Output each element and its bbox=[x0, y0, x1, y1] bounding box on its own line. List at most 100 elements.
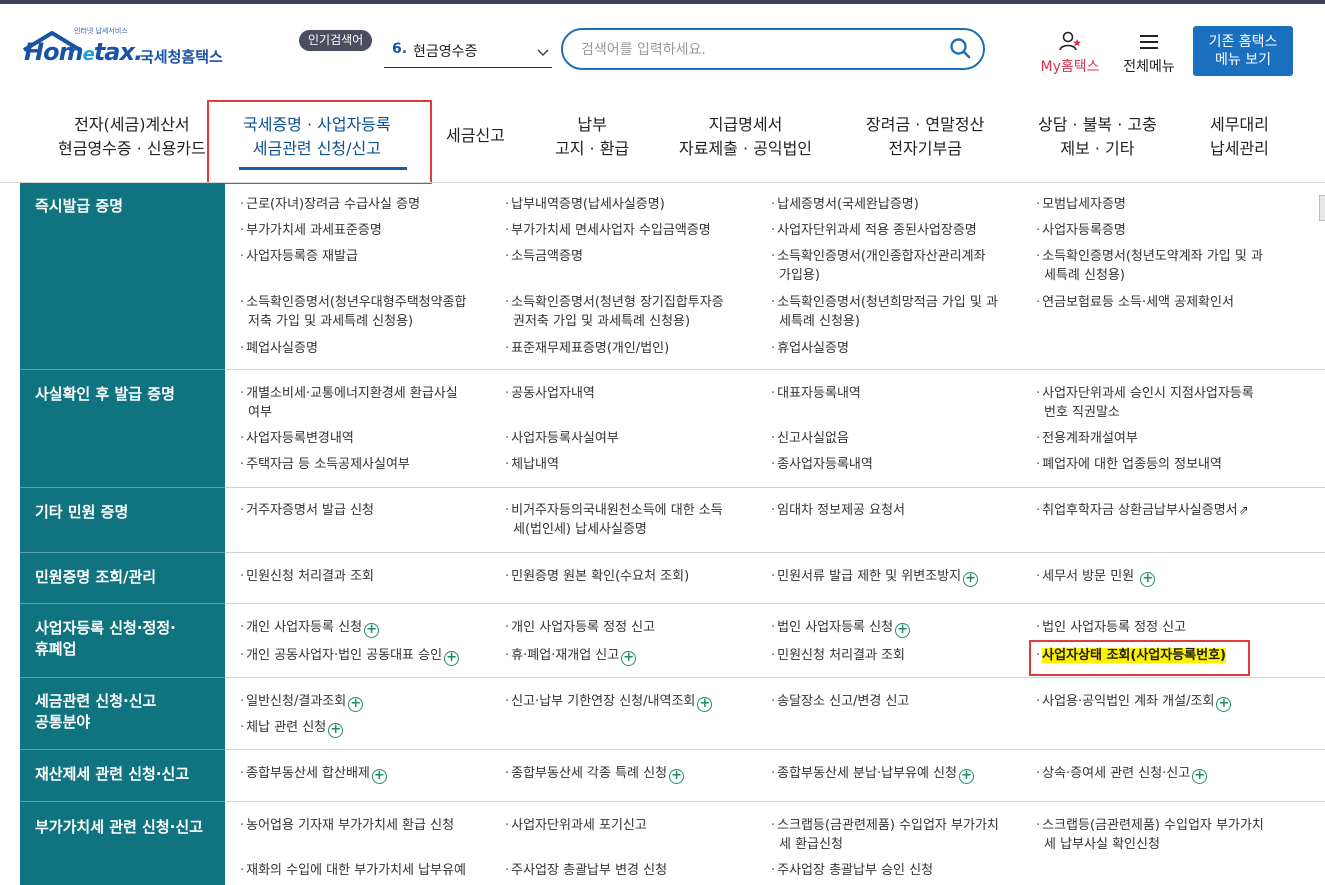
menu-link[interactable]: · 대표자등록내역 bbox=[771, 384, 861, 403]
menu-link[interactable]: · 종합부동산세 분납·납부유예 신청 + bbox=[771, 764, 974, 784]
menu-link[interactable]: · 종합부동산세 각종 특례 신청 + bbox=[505, 764, 685, 784]
menu-link[interactable]: · 소득확인증명서(청년형 장기집합투자증 권저축 가입 및 과세특례 신청용) bbox=[505, 293, 724, 331]
menu-link[interactable]: · 사업자등록증명 bbox=[1036, 221, 1126, 240]
menu-link[interactable]: · 주택자금 등 소득공제사실여부 bbox=[240, 455, 410, 474]
menu-link[interactable]: · 재화의 수입에 대한 부가가치세 납부유예 bbox=[240, 861, 466, 880]
menu-link[interactable]: · 농어업용 기자재 부가가치세 환급 신청 bbox=[240, 816, 454, 835]
menu-link[interactable]: · 주사업장 총괄납부 변경 신청 bbox=[505, 861, 667, 880]
menu-link[interactable]: · 신고사실없음 bbox=[771, 429, 849, 448]
plus-circle-icon[interactable]: + bbox=[444, 651, 460, 666]
menu-link[interactable]: · 체납내역 bbox=[505, 455, 559, 474]
menu-link[interactable]: · 사업자등록사실여부 bbox=[505, 429, 619, 448]
menu-link[interactable]: · 민원신청 처리결과 조회 bbox=[240, 567, 374, 586]
category-divider bbox=[20, 603, 225, 604]
search-input[interactable] bbox=[579, 38, 943, 62]
menu-link[interactable]: · 종사업자등록내역 bbox=[771, 455, 873, 474]
menu-link[interactable]: · 근로(자녀)장려금 수급사실 증명 bbox=[240, 195, 420, 214]
menu-link[interactable]: · 소득금액증명 bbox=[505, 247, 583, 266]
menu-link[interactable]: · 부가가치세 과세표준증명 bbox=[240, 221, 382, 240]
menu-link[interactable]: · 신고·납부 기한연장 신청/내역조회 + bbox=[505, 692, 713, 712]
menu-link[interactable]: · 법인 사업자등록 정정 신고 bbox=[1036, 618, 1186, 637]
gnb-payment[interactable]: 납부 고지 · 환급 bbox=[555, 113, 629, 161]
popular-rank: 6. bbox=[392, 41, 408, 57]
menu-link[interactable]: · 주사업장 총괄납부 승인 신청 bbox=[771, 861, 933, 880]
all-menu-button[interactable]: 전체메뉴 bbox=[1116, 30, 1182, 75]
plus-circle-icon[interactable]: + bbox=[621, 651, 637, 666]
menu-link[interactable]: · 세무서 방문 민원 + bbox=[1036, 567, 1156, 587]
plus-circle-icon[interactable]: + bbox=[1216, 697, 1232, 712]
menu-link[interactable]: · 소득확인증명서(청년도약계좌 가입 및 과 세특례 신청용) bbox=[1036, 247, 1263, 285]
search-icon[interactable] bbox=[949, 37, 971, 59]
plus-circle-icon[interactable]: + bbox=[348, 697, 364, 712]
gnb-tax-agent[interactable]: 세무대리 납세관리 bbox=[1210, 113, 1269, 161]
scrollbar-thumb[interactable] bbox=[1319, 195, 1325, 221]
menu-link[interactable]: · 사업자단위과세 적용 종된사업장증명 bbox=[771, 221, 977, 240]
my-hometax-button[interactable]: My홈택스 bbox=[1034, 30, 1106, 75]
menu-link[interactable]: · 종합부동산세 합산배제 + bbox=[240, 764, 387, 784]
category-divider bbox=[20, 369, 225, 370]
menu-link[interactable]: · 일반신청/결과조회 + bbox=[240, 692, 364, 712]
popular-keywords-dropdown[interactable]: 6. 현금영수증 bbox=[384, 36, 552, 68]
menu-link[interactable]: · 사업자단위과세 포기신고 bbox=[505, 816, 647, 835]
category-divider bbox=[20, 749, 225, 750]
plus-circle-icon[interactable]: + bbox=[1192, 769, 1208, 784]
category-other-certificate: 기타 민원 증명 bbox=[35, 503, 129, 521]
menu-link[interactable]: · 소득확인증명서(청년희망적금 가입 및 과 세특례 신청용) bbox=[771, 293, 998, 331]
menu-link[interactable]: · 모범납세자증명 bbox=[1036, 195, 1126, 214]
gnb-incentive[interactable]: 장려금 · 연말정산 전자기부금 bbox=[866, 113, 984, 161]
plus-circle-icon[interactable]: + bbox=[669, 769, 685, 784]
menu-link[interactable]: · 휴업사실증명 bbox=[771, 339, 849, 358]
plus-circle-icon[interactable]: + bbox=[895, 623, 911, 638]
menu-link[interactable]: · 취업후학자금 상환금납부사실증명서⇗ bbox=[1036, 501, 1249, 520]
menu-link[interactable]: · 전용계좌개설여부 bbox=[1036, 429, 1138, 448]
menu-link[interactable]: · 스크랩등(금관련제품) 수입업자 부가가치 세 환급신청 bbox=[771, 816, 999, 854]
menu-link[interactable]: · 민원서류 발급 제한 및 위변조방지 + bbox=[771, 567, 979, 587]
menu-link[interactable]: · 개별소비세·교통에너지환경세 환급사실 여부 bbox=[240, 384, 458, 422]
chevron-down-icon bbox=[537, 49, 549, 57]
menu-link[interactable]: · 소득확인증명서(청년우대형주택청약종합 저축 가입 및 과세특례 신청용) bbox=[240, 293, 467, 331]
menu-link[interactable]: · 사업자단위과세 승인시 지점사업자등록 번호 직권말소 bbox=[1036, 384, 1254, 422]
gnb-payment-statement[interactable]: 지급명세서 자료제출 · 공익법인 bbox=[679, 113, 812, 161]
menu-link[interactable]: · 사업자등록증 재발급 bbox=[240, 247, 358, 266]
menu-link[interactable]: · 폐업사실증명 bbox=[240, 339, 318, 358]
gnb-highlight-box bbox=[207, 100, 432, 184]
gnb-e-tax-invoice[interactable]: 전자(세금)계산서 현금영수증 · 신용카드 bbox=[58, 113, 206, 161]
old-hometax-menu-button[interactable]: 기존 홈택스 메뉴 보기 bbox=[1193, 26, 1293, 76]
menu-link[interactable]: · 비거주자등의국내원천소득에 대한 소득 세(법인세) 납세사실증명 bbox=[505, 501, 723, 539]
plus-circle-icon[interactable]: + bbox=[364, 623, 380, 638]
menu-link[interactable]: · 체납 관련 신청 + bbox=[240, 718, 344, 738]
menu-link[interactable]: · 임대차 정보제공 요청서 bbox=[771, 501, 905, 520]
menu-link[interactable]: · 소득확인증명서(개인종합자산관리계좌 가입용) bbox=[771, 247, 986, 285]
menu-link[interactable]: · 민원신청 처리결과 조회 bbox=[771, 646, 905, 665]
my-hometax-label: My홈택스 bbox=[1040, 59, 1100, 75]
plus-circle-icon[interactable]: + bbox=[371, 769, 387, 784]
menu-link[interactable]: · 민원증명 원본 확인(수요처 조회) bbox=[505, 567, 689, 586]
gnb-consult[interactable]: 상담 · 불복 · 고충 제보 · 기타 bbox=[1038, 113, 1157, 161]
menu-link[interactable]: · 공동사업자내역 bbox=[505, 384, 595, 403]
menu-link[interactable]: · 개인 사업자등록 신청 + bbox=[240, 618, 380, 638]
hometax-logo[interactable]: 인터넷 납세서비스 Hometax. 국세청홈택스 bbox=[20, 22, 240, 82]
gnb-tax-filing[interactable]: 세금신고 bbox=[446, 124, 505, 148]
menu-link[interactable]: · 연금보험료등 소득·세액 공제확인서 bbox=[1036, 293, 1234, 312]
menu-link[interactable]: · 휴·폐업·재개업 신고 + bbox=[505, 646, 637, 666]
menu-link[interactable]: · 개인 사업자등록 정정 신고 bbox=[505, 618, 655, 637]
plus-circle-icon[interactable]: + bbox=[958, 769, 974, 784]
menu-link[interactable]: · 개인 공동사업자·법인 공동대표 승인 + bbox=[240, 646, 460, 666]
menu-link[interactable]: · 사업용·공익법인 계좌 개설/조회 + bbox=[1036, 692, 1232, 712]
menu-link[interactable]: · 납세증명서(국세완납증명) bbox=[771, 195, 919, 214]
plus-circle-icon[interactable]: + bbox=[1140, 572, 1156, 587]
menu-link[interactable]: · 거주자증명서 발급 신청 bbox=[240, 501, 374, 520]
menu-link[interactable]: · 상속·증여세 관련 신청·신고 + bbox=[1036, 764, 1208, 784]
menu-link[interactable]: · 납부내역증명(납세사실증명) bbox=[505, 195, 665, 214]
menu-link[interactable]: · 송달장소 신고/변경 신고 bbox=[771, 692, 909, 711]
menu-link[interactable]: · 사업자등록변경내역 bbox=[240, 429, 354, 448]
menu-link[interactable]: · 표준재무제표증명(개인/법인) bbox=[505, 339, 669, 358]
menu-link[interactable]: · 법인 사업자등록 신청 + bbox=[771, 618, 911, 638]
hamburger-menu-icon bbox=[1140, 35, 1158, 49]
menu-link[interactable]: · 스크랩등(금관련제품) 수입업자 부가가치 세 납부사실 확인신청 bbox=[1036, 816, 1264, 854]
menu-link[interactable]: · 부가가치세 면세사업자 수입금액증명 bbox=[505, 221, 711, 240]
menu-link[interactable]: · 폐업자에 대한 업종등의 정보내역 bbox=[1036, 455, 1222, 474]
plus-circle-icon[interactable]: + bbox=[328, 723, 344, 738]
plus-circle-icon[interactable]: + bbox=[697, 697, 713, 712]
plus-circle-icon[interactable]: + bbox=[963, 572, 979, 587]
